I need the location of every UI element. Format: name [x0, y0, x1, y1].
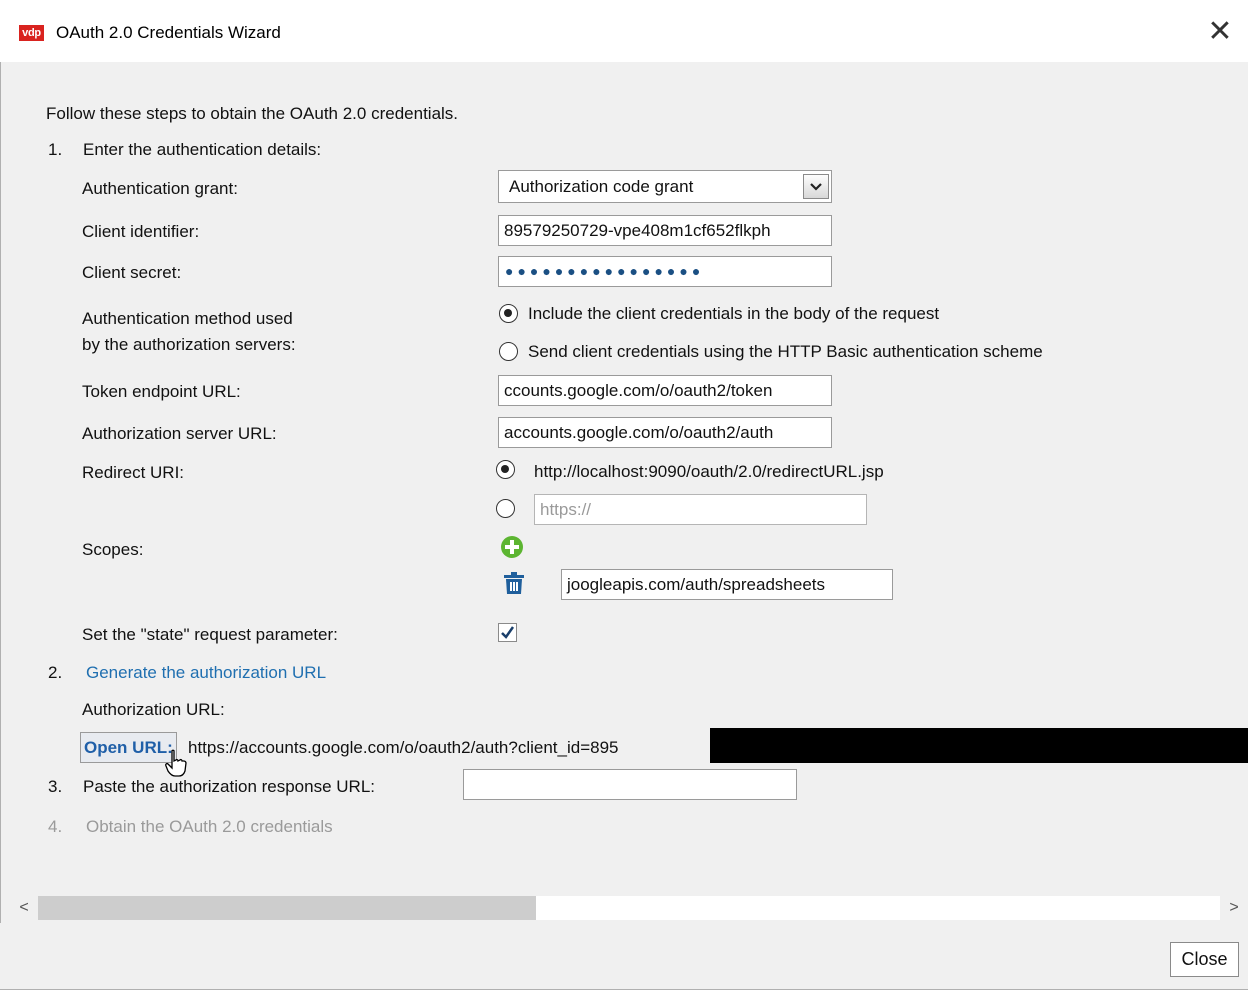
horizontal-scrollbar[interactable]: < >: [10, 893, 1248, 923]
state-checkbox[interactable]: [498, 623, 517, 642]
step1-number: 1.: [48, 140, 63, 159]
add-icon[interactable]: [500, 535, 524, 559]
step4-number: 4.: [48, 817, 63, 836]
intro-text: Follow these steps to obtain the OAuth 2…: [46, 104, 459, 123]
client-id-field[interactable]: 89579250729-vpe408m1cf652flkph: [498, 215, 832, 246]
wizard-content: Follow these steps to obtain the OAuth 2…: [10, 62, 1248, 892]
grant-value: Authorization code grant: [509, 177, 694, 196]
redirect-default-radio[interactable]: [496, 460, 515, 479]
token-url-label: Token endpoint URL:: [82, 382, 241, 401]
auth-method-label-line2: by the authorization servers:: [82, 335, 296, 354]
scroll-thumb[interactable]: [38, 896, 536, 920]
redirect-custom-radio[interactable]: [496, 499, 515, 518]
step3-label: Paste the authorization response URL:: [83, 777, 376, 796]
token-url-field[interactable]: ccounts.google.com/o/oauth2/token: [498, 375, 832, 406]
grant-label: Authentication grant:: [82, 179, 238, 198]
scroll-left-icon[interactable]: <: [10, 893, 38, 923]
title-bar: vdp OAuth 2.0 Credentials Wizard ✕: [0, 0, 1248, 62]
auth-method-body-radio[interactable]: [499, 304, 518, 323]
check-icon: [501, 626, 515, 639]
close-button[interactable]: Close: [1170, 942, 1239, 977]
redirect-label: Redirect URI:: [82, 463, 185, 482]
step2-number: 2.: [48, 663, 63, 682]
step4-label: Obtain the OAuth 2.0 credentials: [86, 817, 333, 836]
auth-server-label: Authorization server URL:: [82, 424, 277, 443]
chevron-down-icon[interactable]: [803, 174, 829, 199]
auth-url-label: Authorization URL:: [82, 700, 225, 719]
scope-field[interactable]: joogleapis.com/auth/spreadsheets: [561, 569, 893, 600]
app-logo: vdp: [19, 25, 44, 41]
auth-method-label-line1: Authentication method used: [82, 309, 293, 328]
close-icon[interactable]: ✕: [1200, 10, 1240, 54]
trash-icon[interactable]: [503, 571, 525, 595]
radio-selected-dot: [501, 465, 509, 473]
open-url-button[interactable]: Open URL:: [80, 732, 177, 763]
auth-method-basic-radio[interactable]: [499, 342, 518, 361]
step1-label: Enter the authentication details:: [83, 140, 322, 159]
auth-method-body-label[interactable]: Include the client credentials in the bo…: [528, 304, 939, 324]
client-id-label: Client identifier:: [82, 222, 200, 241]
auth-method-basic-label[interactable]: Send client credentials using the HTTP B…: [528, 342, 1043, 362]
client-secret-field[interactable]: ●●●●●●●●●●●●●●●●: [498, 256, 832, 287]
client-secret-label: Client secret:: [82, 263, 182, 282]
redirect-default-label[interactable]: http://localhost:9090/oauth/2.0/redirect…: [534, 462, 884, 482]
auth-url-value: https://accounts.google.com/o/oauth2/aut…: [188, 738, 619, 757]
scroll-right-icon[interactable]: >: [1220, 893, 1248, 923]
scopes-label: Scopes:: [82, 540, 144, 559]
grant-select[interactable]: Authorization code grant: [498, 170, 832, 203]
hand-cursor-icon: [164, 749, 188, 777]
state-label: Set the "state" request parameter:: [82, 625, 338, 644]
auth-server-field[interactable]: accounts.google.com/o/oauth2/auth: [498, 417, 832, 448]
button-bar: [0, 923, 1248, 989]
generate-url-link[interactable]: Generate the authorization URL: [86, 663, 326, 683]
window-title: OAuth 2.0 Credentials Wizard: [56, 23, 281, 42]
redacted-block: [710, 728, 1248, 763]
step3-number: 3.: [48, 777, 63, 796]
radio-selected-dot: [504, 309, 512, 317]
response-url-field[interactable]: [463, 769, 797, 800]
redirect-custom-field[interactable]: https://: [534, 494, 867, 525]
